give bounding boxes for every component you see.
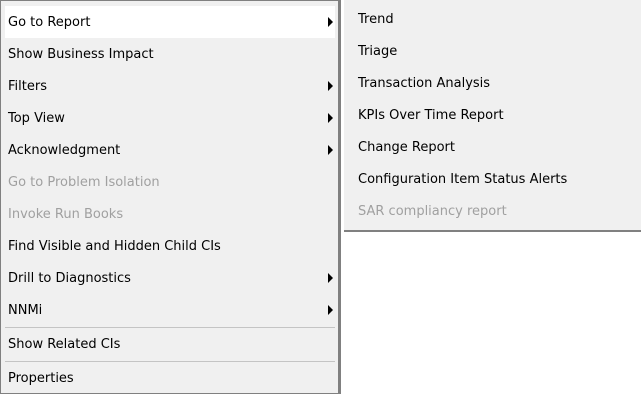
submenu-item-label: Change Report — [358, 139, 455, 155]
menu-item-acknowledgment[interactable]: Acknowledgment — [5, 134, 335, 166]
submenu-item-label: SAR compliancy report — [358, 203, 507, 219]
submenu-item-kpis-over-time-report[interactable]: KPIs Over Time Report — [344, 99, 641, 131]
submenu-arrow-icon — [328, 145, 333, 155]
menu-item-label: Acknowledgment — [8, 142, 121, 158]
submenu-item-label: Trend — [358, 11, 394, 27]
menu-item-label: Go to Problem Isolation — [8, 174, 160, 190]
menu-item-show-related-cis[interactable]: Show Related CIs — [5, 328, 335, 360]
submenu-item-sar-compliancy-report: SAR compliancy report — [344, 195, 641, 227]
submenu-item-label: Transaction Analysis — [358, 75, 491, 91]
menu-item-label: Filters — [8, 78, 47, 94]
menu-item-top-view[interactable]: Top View — [5, 102, 335, 134]
menu-item-drill-to-diagnostics[interactable]: Drill to Diagnostics — [5, 262, 335, 294]
menu-item-find-visible-hidden-child-cis[interactable]: Find Visible and Hidden Child CIs — [5, 230, 335, 262]
menu-item-label: Drill to Diagnostics — [8, 270, 131, 286]
menu-item-properties[interactable]: Properties — [5, 362, 335, 394]
menu-item-label: Show Business Impact — [8, 46, 154, 62]
menu-item-invoke-run-books: Invoke Run Books — [5, 198, 335, 230]
menu-item-label: Find Visible and Hidden Child CIs — [8, 238, 221, 254]
menu-item-nnmi[interactable]: NNMi — [5, 294, 335, 326]
submenu-item-label: Configuration Item Status Alerts — [358, 171, 568, 187]
submenu-item-configuration-item-status-alerts[interactable]: Configuration Item Status Alerts — [344, 163, 641, 195]
submenu-item-change-report[interactable]: Change Report — [344, 131, 641, 163]
menu-item-label: NNMi — [8, 302, 43, 318]
submenu-arrow-icon — [328, 113, 333, 123]
menu-item-label: Invoke Run Books — [8, 206, 124, 222]
submenu-item-label: KPIs Over Time Report — [358, 107, 504, 123]
submenu-arrow-icon — [328, 273, 333, 283]
submenu-item-transaction-analysis[interactable]: Transaction Analysis — [344, 67, 641, 99]
menu-item-show-business-impact[interactable]: Show Business Impact — [5, 38, 335, 70]
menu-item-filters[interactable]: Filters — [5, 70, 335, 102]
menu-item-go-to-report[interactable]: Go to Report — [5, 6, 335, 38]
context-menu: Go to Report Show Business Impact Filter… — [0, 0, 341, 394]
menu-item-label: Properties — [8, 370, 74, 386]
submenu-item-triage[interactable]: Triage — [344, 35, 641, 67]
menu-item-label: Show Related CIs — [8, 336, 121, 352]
go-to-report-submenu: Trend Triage Transaction Analysis KPIs O… — [344, 0, 641, 232]
menu-item-label: Go to Report — [8, 14, 91, 30]
submenu-item-trend[interactable]: Trend — [344, 3, 641, 35]
submenu-arrow-icon — [328, 17, 333, 27]
submenu-arrow-icon — [328, 305, 333, 315]
menu-item-label: Top View — [8, 110, 65, 126]
submenu-arrow-icon — [328, 81, 333, 91]
submenu-item-label: Triage — [358, 43, 398, 59]
menu-item-go-to-problem-isolation: Go to Problem Isolation — [5, 166, 335, 198]
